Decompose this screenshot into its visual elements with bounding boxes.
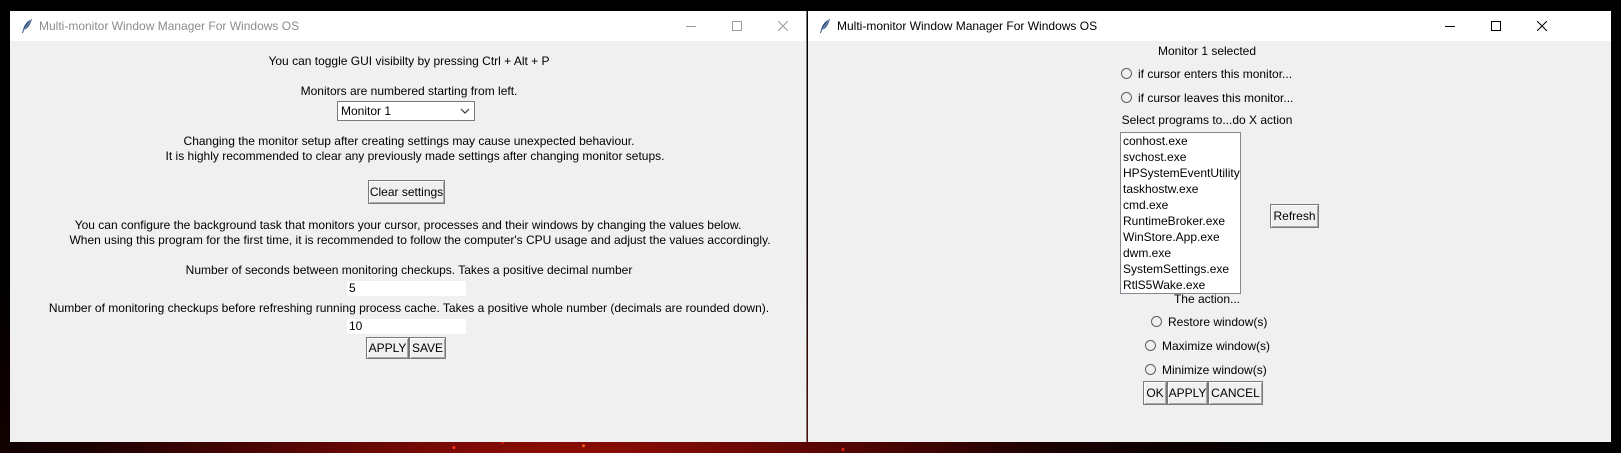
monitor-selected-label: Monitor 1 selected xyxy=(1157,44,1257,58)
settings-window-titlebar[interactable]: Multi-monitor Window Manager For Windows… xyxy=(808,11,1611,41)
window-title: Multi-monitor Window Manager For Windows… xyxy=(837,19,1098,33)
radio-cursor-leaves[interactable] xyxy=(1121,92,1132,103)
close-icon xyxy=(1537,21,1547,31)
toggle-visibility-info: You can toggle GUI visibilty by pressing… xyxy=(268,54,550,68)
main-window-titlebar[interactable]: Multi-monitor Window Manager For Windows… xyxy=(10,11,806,41)
list-item[interactable]: conhost.exe xyxy=(1123,133,1188,149)
list-item[interactable]: svchost.exe xyxy=(1123,149,1186,165)
radio-restore-window[interactable] xyxy=(1151,316,1162,327)
radio-cursor-enters-label: if cursor enters this monitor... xyxy=(1138,67,1293,81)
monitor-select[interactable]: Monitor 1 xyxy=(337,101,475,121)
minimize-icon xyxy=(686,26,696,27)
seconds-between-checkups-input[interactable]: 5 xyxy=(346,280,467,297)
maximize-icon xyxy=(732,21,742,31)
feather-icon xyxy=(22,19,32,33)
close-button[interactable] xyxy=(1519,11,1565,41)
list-item[interactable]: RtlS5Wake.exe xyxy=(1123,277,1205,293)
radio-maximize-window[interactable] xyxy=(1145,340,1156,351)
feather-icon xyxy=(820,19,830,33)
monitors-numbering-info: Monitors are numbered starting from left… xyxy=(300,84,518,98)
chevron-down-icon xyxy=(460,108,470,114)
minimize-button[interactable] xyxy=(1427,11,1473,41)
apply-button[interactable]: APPLY xyxy=(366,337,409,359)
list-item[interactable]: RuntimeBroker.exe xyxy=(1123,213,1225,229)
list-item[interactable]: HPSystemEventUtilityHost.exe xyxy=(1123,165,1240,181)
config-info-line1: You can configure the background task th… xyxy=(74,218,742,232)
checkups-before-refresh-label: Number of monitoring checkups before ref… xyxy=(48,301,770,315)
apply-button[interactable]: APPLY xyxy=(1167,381,1208,405)
maximize-button[interactable] xyxy=(714,11,760,41)
minimize-button[interactable] xyxy=(668,11,714,41)
config-info-line2: When using this program for the first ti… xyxy=(69,233,771,247)
monitor-warning-line1: Changing the monitor setup after creatin… xyxy=(183,134,635,148)
list-item[interactable]: SystemSettings.exe xyxy=(1123,261,1229,277)
maximize-icon xyxy=(1491,21,1501,31)
window-title: Multi-monitor Window Manager For Windows… xyxy=(39,19,300,33)
list-item[interactable]: cmd.exe xyxy=(1123,197,1168,213)
cancel-button[interactable]: CANCEL xyxy=(1208,381,1263,405)
refresh-button[interactable]: Refresh xyxy=(1270,204,1319,228)
monitor-warning-line2: It is highly recommended to clear any pr… xyxy=(165,149,665,163)
programs-select-label: Select programs to...do X action xyxy=(1121,113,1293,127)
list-item[interactable]: WinStore.App.exe xyxy=(1123,229,1220,245)
list-item[interactable]: dwm.exe xyxy=(1123,245,1171,261)
programs-listbox[interactable]: conhost.exe svchost.exe HPSystemEventUti… xyxy=(1120,132,1241,294)
save-button[interactable]: SAVE xyxy=(409,337,446,359)
checkups-before-refresh-input[interactable]: 10 xyxy=(346,318,467,335)
clear-settings-button[interactable]: Clear settings xyxy=(368,180,445,204)
monitor-select-value: Monitor 1 xyxy=(341,104,392,118)
radio-minimize-window[interactable] xyxy=(1145,364,1156,375)
action-label: The action... xyxy=(1173,292,1241,306)
main-window: Multi-monitor Window Manager For Windows… xyxy=(10,11,807,442)
radio-maximize-window-label: Maximize window(s) xyxy=(1162,339,1271,353)
radio-cursor-enters[interactable] xyxy=(1121,68,1132,79)
list-item[interactable]: taskhostw.exe xyxy=(1123,181,1198,197)
minimize-icon xyxy=(1445,26,1455,27)
radio-minimize-window-label: Minimize window(s) xyxy=(1162,363,1267,377)
radio-cursor-leaves-label: if cursor leaves this monitor... xyxy=(1138,91,1294,105)
maximize-button[interactable] xyxy=(1473,11,1519,41)
close-button[interactable] xyxy=(760,11,806,41)
monitor-settings-window: Multi-monitor Window Manager For Windows… xyxy=(808,11,1611,442)
seconds-between-checkups-label: Number of seconds between monitoring che… xyxy=(185,263,633,277)
ok-button[interactable]: OK xyxy=(1143,381,1167,405)
close-icon xyxy=(778,21,788,31)
radio-restore-window-label: Restore window(s) xyxy=(1168,315,1268,329)
